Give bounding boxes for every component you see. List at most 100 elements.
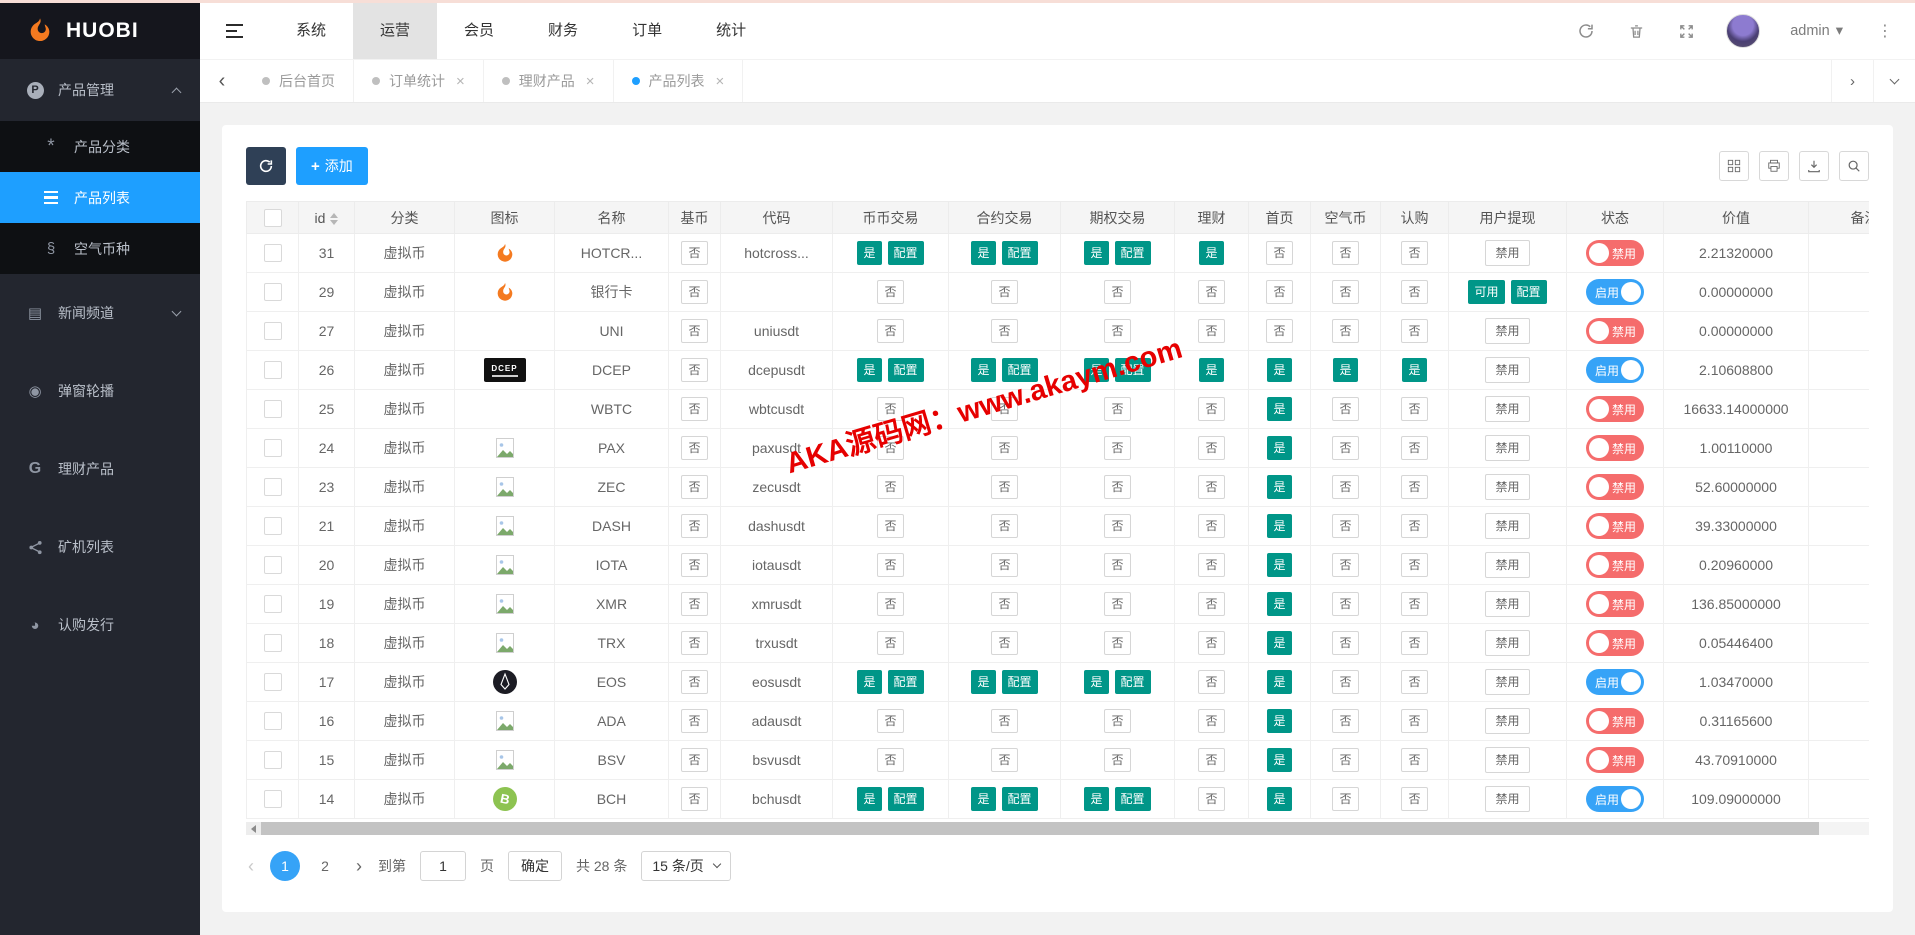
config-badge[interactable]: 配置 [1001, 358, 1038, 382]
prev-page-icon[interactable]: ‹ [246, 856, 256, 877]
row-checkbox[interactable] [263, 478, 282, 497]
yes-badge[interactable]: 是 [1084, 358, 1109, 382]
row-checkbox[interactable] [263, 712, 282, 731]
no-badge[interactable]: 否 [681, 709, 708, 733]
row-checkbox[interactable] [263, 751, 282, 770]
no-badge[interactable]: 否 [1332, 670, 1359, 694]
row-checkbox[interactable] [263, 517, 282, 536]
no-badge[interactable]: 否 [1401, 748, 1428, 772]
withdraw-disabled-badge[interactable]: 禁用 [1485, 240, 1530, 266]
no-badge[interactable]: 否 [681, 553, 708, 577]
config-badge[interactable]: 配置 [1114, 670, 1151, 694]
no-badge[interactable]: 否 [877, 553, 904, 577]
tab-product-list[interactable]: 产品列表 × [614, 60, 744, 102]
no-badge[interactable]: 否 [991, 709, 1018, 733]
no-badge[interactable]: 否 [1401, 592, 1428, 616]
more-options-icon[interactable]: ⋮ [1873, 21, 1897, 41]
withdraw-disabled-badge[interactable]: 禁用 [1485, 630, 1530, 656]
collapse-sidebar-icon[interactable] [200, 23, 269, 39]
no-badge[interactable]: 否 [1104, 631, 1131, 655]
row-checkbox[interactable] [263, 634, 282, 653]
no-badge[interactable]: 否 [991, 631, 1018, 655]
yes-badge[interactable]: 是 [1084, 241, 1109, 265]
no-badge[interactable]: 否 [1198, 592, 1225, 616]
yes-badge[interactable]: 是 [1267, 748, 1292, 772]
no-badge[interactable]: 否 [991, 436, 1018, 460]
no-badge[interactable]: 否 [1104, 592, 1131, 616]
no-badge[interactable]: 否 [877, 592, 904, 616]
table-refresh-button[interactable] [246, 147, 286, 185]
no-badge[interactable]: 否 [1104, 319, 1131, 343]
yes-badge[interactable]: 是 [857, 358, 882, 382]
row-checkbox[interactable] [263, 244, 282, 263]
no-badge[interactable]: 否 [1104, 553, 1131, 577]
status-toggle-on[interactable]: 启用 [1586, 279, 1644, 305]
topnav-item-statistics[interactable]: 统计 [689, 3, 773, 59]
no-badge[interactable]: 否 [877, 436, 904, 460]
no-badge[interactable]: 否 [1198, 787, 1225, 811]
no-badge[interactable]: 否 [681, 241, 708, 265]
no-badge[interactable]: 否 [1401, 787, 1428, 811]
no-badge[interactable]: 否 [681, 670, 708, 694]
yes-badge[interactable]: 是 [1267, 397, 1292, 421]
no-badge[interactable]: 否 [877, 280, 904, 304]
no-badge[interactable]: 否 [877, 748, 904, 772]
topnav-item-operation[interactable]: 运营 [353, 3, 438, 59]
filter-columns-icon[interactable] [1719, 151, 1749, 181]
row-checkbox[interactable] [263, 322, 282, 341]
sidebar-item-air-coins[interactable]: § 空气币种 [0, 223, 200, 274]
no-badge[interactable]: 否 [1104, 397, 1131, 421]
tab-close-icon[interactable]: × [586, 73, 595, 90]
no-badge[interactable]: 否 [681, 592, 708, 616]
no-badge[interactable]: 否 [1198, 709, 1225, 733]
row-checkbox[interactable] [263, 400, 282, 419]
status-toggle-on[interactable]: 启用 [1586, 669, 1644, 695]
no-badge[interactable]: 否 [681, 514, 708, 538]
no-badge[interactable]: 否 [1266, 241, 1293, 265]
status-toggle-off[interactable]: 禁用 [1586, 630, 1644, 656]
topnav-item-system[interactable]: 系统 [269, 3, 353, 59]
no-badge[interactable]: 否 [1198, 319, 1225, 343]
no-badge[interactable]: 否 [1401, 397, 1428, 421]
no-badge[interactable]: 否 [1332, 397, 1359, 421]
tabs-scroll-left-icon[interactable]: ‹ [200, 60, 244, 102]
status-toggle-off[interactable]: 禁用 [1586, 435, 1644, 461]
yes-badge[interactable]: 是 [857, 241, 882, 265]
config-badge[interactable]: 配置 [1114, 358, 1151, 382]
status-toggle-off[interactable]: 禁用 [1586, 474, 1644, 500]
no-badge[interactable]: 否 [1332, 553, 1359, 577]
row-checkbox[interactable] [263, 673, 282, 692]
no-badge[interactable]: 否 [681, 436, 708, 460]
status-toggle-off[interactable]: 禁用 [1586, 591, 1644, 617]
sidebar-item-miner-list[interactable]: 矿机列表 [0, 508, 200, 586]
yes-badge[interactable]: 是 [1084, 787, 1109, 811]
no-badge[interactable]: 否 [1198, 475, 1225, 499]
yes-badge[interactable]: 是 [1267, 631, 1292, 655]
status-toggle-on[interactable]: 启用 [1586, 786, 1644, 812]
topnav-item-order[interactable]: 订单 [605, 3, 689, 59]
no-badge[interactable]: 否 [681, 748, 708, 772]
tab-close-icon[interactable]: × [716, 73, 725, 90]
row-checkbox[interactable] [263, 283, 282, 302]
no-badge[interactable]: 否 [991, 514, 1018, 538]
horizontal-scrollbar[interactable] [246, 822, 1869, 835]
no-badge[interactable]: 否 [1401, 631, 1428, 655]
status-toggle-off[interactable]: 禁用 [1586, 318, 1644, 344]
sidebar-item-subscription-issue[interactable]: ◕ 认购发行 [0, 586, 200, 664]
no-badge[interactable]: 否 [1401, 670, 1428, 694]
yes-badge[interactable]: 是 [1402, 358, 1427, 382]
no-badge[interactable]: 否 [1332, 787, 1359, 811]
tab-order-stats[interactable]: 订单统计 × [354, 60, 484, 102]
no-badge[interactable]: 否 [1198, 553, 1225, 577]
no-badge[interactable]: 否 [877, 475, 904, 499]
no-badge[interactable]: 否 [1266, 319, 1293, 343]
withdraw-disabled-badge[interactable]: 禁用 [1485, 357, 1530, 383]
withdraw-disabled-badge[interactable]: 禁用 [1485, 552, 1530, 578]
no-badge[interactable]: 否 [877, 709, 904, 733]
no-badge[interactable]: 否 [1401, 475, 1428, 499]
sidebar-item-popup-carousel[interactable]: ◉ 弹窗轮播 [0, 352, 200, 430]
config-badge[interactable]: 配置 [1001, 787, 1038, 811]
no-badge[interactable]: 否 [681, 787, 708, 811]
config-badge[interactable]: 配置 [1510, 280, 1547, 304]
yes-badge[interactable]: 是 [1267, 358, 1292, 382]
